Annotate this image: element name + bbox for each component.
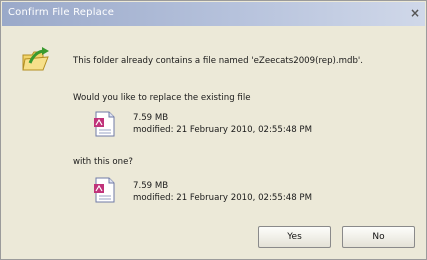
title-bar[interactable]: Confirm File Replace ×: [2, 2, 425, 26]
with-label: with this one?: [73, 157, 133, 167]
yes-button[interactable]: Yes: [258, 226, 331, 248]
no-button[interactable]: No: [342, 226, 415, 248]
message-text: This folder already contains a file name…: [73, 56, 363, 66]
confirm-file-replace-dialog: Confirm File Replace × This folder alrea…: [0, 0, 427, 260]
new-file-modified: modified: 21 February 2010, 02:55:48 PM: [133, 193, 312, 203]
new-file-icon: [94, 177, 115, 203]
existing-file-size: 7.59 MB: [133, 113, 169, 123]
existing-file-icon: [94, 111, 115, 137]
question-text: Would you like to replace the existing f…: [73, 93, 251, 103]
existing-file-modified: modified: 21 February 2010, 02:55:48 PM: [133, 125, 312, 135]
new-file-size: 7.59 MB: [133, 181, 169, 191]
close-icon[interactable]: ×: [409, 7, 421, 19]
folder-arrow-icon: [22, 47, 49, 71]
dialog-title: Confirm File Replace: [8, 7, 115, 18]
